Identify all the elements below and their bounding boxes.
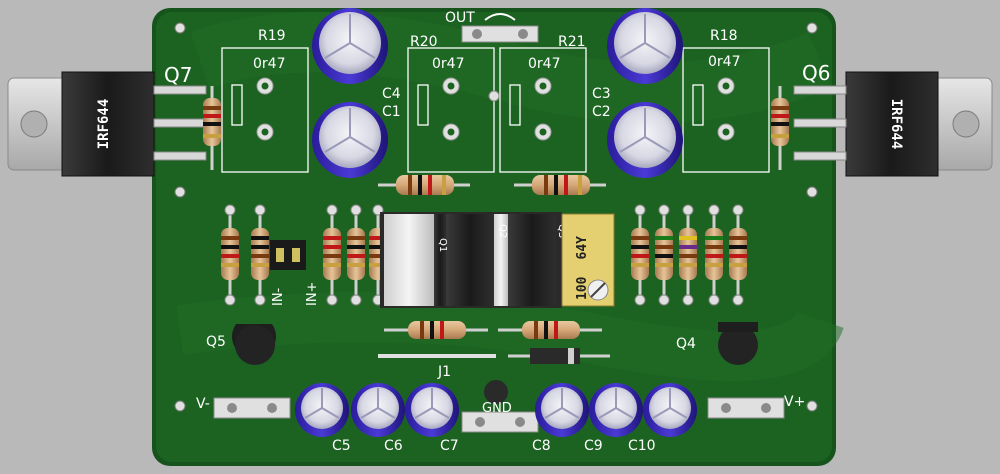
c4-label: C4 bbox=[382, 86, 401, 102]
terminal-vplus bbox=[707, 397, 785, 419]
cap-label-c5: C5 bbox=[332, 438, 351, 454]
c2-label: C2 bbox=[592, 104, 611, 120]
center-via bbox=[488, 90, 500, 102]
driver-transistor-row: Q1 Q2 Q3 bbox=[380, 212, 567, 308]
cap-bottom-3 bbox=[405, 383, 459, 437]
r18-label: R18 bbox=[710, 28, 738, 44]
q7-part-label: IRF644 bbox=[96, 99, 112, 150]
cap-bottom-2 bbox=[351, 383, 405, 437]
r18-value: 0r47 bbox=[708, 54, 740, 70]
cap-bottom-5 bbox=[589, 383, 643, 437]
trimmer-pot: 64Y 100 bbox=[561, 213, 615, 307]
transistor-q4 bbox=[718, 322, 758, 365]
r19-label: R19 bbox=[258, 28, 286, 44]
c1-label: C1 bbox=[382, 104, 401, 120]
gnd-label: GND bbox=[482, 401, 512, 416]
cap-label-c6: C6 bbox=[384, 438, 403, 454]
q2-mark: Q2 bbox=[497, 224, 508, 238]
mosfet-q7: IRF644 bbox=[7, 71, 207, 177]
in-plus-label: IN+ bbox=[305, 282, 320, 306]
c3-label: C3 bbox=[592, 86, 611, 102]
in-minus-label: IN- bbox=[271, 287, 286, 306]
pcb-canvas: IRF644 IRF644 Q1 Q2 64Y 100 OUT R19 0r47… bbox=[7, 8, 993, 466]
q1-mark: Q1 bbox=[437, 238, 448, 252]
cap-bottom-4 bbox=[535, 383, 589, 437]
mosfet-q6: IRF644 bbox=[793, 71, 993, 177]
cap-c4 bbox=[312, 8, 388, 84]
q5-label: Q5 bbox=[206, 334, 226, 350]
trimmer-code: 64Y bbox=[575, 236, 590, 260]
r20-label: R20 bbox=[410, 34, 438, 50]
cap-label-c9: C9 bbox=[584, 438, 603, 454]
v-minus-label: V- bbox=[196, 396, 210, 412]
r20-value: 0r47 bbox=[432, 56, 464, 72]
cap-c3 bbox=[607, 8, 683, 84]
q7-label: Q7 bbox=[164, 63, 192, 87]
cap-label-c7: C7 bbox=[440, 438, 459, 454]
cap-label-c8: C8 bbox=[532, 438, 551, 454]
q6-part-label: IRF644 bbox=[888, 99, 904, 150]
cap-c2 bbox=[607, 102, 683, 178]
q4-label: Q4 bbox=[676, 336, 696, 352]
pcb-render-view: IRF644 IRF644 Q1 Q2 64Y 100 OUT R19 0r47… bbox=[0, 0, 1000, 474]
j1-label: J1 bbox=[437, 364, 451, 380]
input-header bbox=[270, 240, 306, 270]
trimmer-value: 100 bbox=[575, 276, 590, 300]
terminal-vminus bbox=[213, 397, 291, 419]
q6-label: Q6 bbox=[802, 61, 830, 85]
cap-bottom-6 bbox=[643, 383, 697, 437]
cap-c1 bbox=[312, 102, 388, 178]
v-plus-label: V+ bbox=[784, 394, 805, 410]
out-label: OUT bbox=[445, 10, 475, 26]
r19-value: 0r47 bbox=[253, 56, 285, 72]
r21-value: 0r47 bbox=[528, 56, 560, 72]
r21-label: R21 bbox=[558, 34, 586, 50]
cap-label-c10: C10 bbox=[628, 438, 656, 454]
cap-bottom-1 bbox=[295, 383, 349, 437]
